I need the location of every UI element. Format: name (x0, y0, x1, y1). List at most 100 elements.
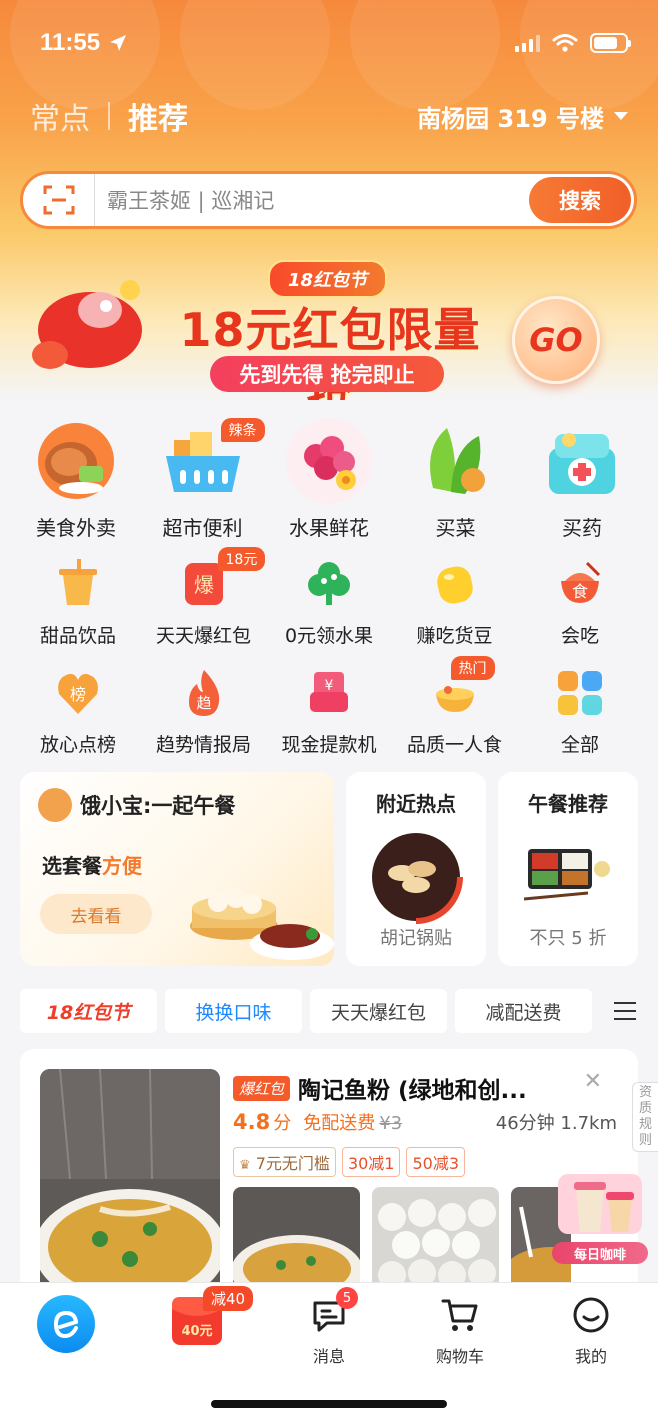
tab-home[interactable] (21, 1295, 111, 1353)
category-label: 买药 (562, 516, 602, 540)
caret-down-icon (614, 112, 628, 120)
qualification-rules-link[interactable]: 资质规则 (632, 1082, 658, 1152)
category-all[interactable]: 全部 (518, 668, 642, 757)
filter-red-packet-festival[interactable]: 18红包节 (20, 989, 157, 1033)
category-label: 赚吃货豆 (416, 625, 493, 647)
profile-face-icon (573, 1297, 609, 1333)
drink-icon (53, 559, 103, 609)
category-single-meal[interactable]: 热门 品质一人食 (393, 656, 517, 757)
tab-mine[interactable]: 我的 (546, 1295, 636, 1367)
mascot-illustration (32, 280, 142, 369)
top-nav: 常点 推荐 南杨园 319 号楼 (30, 94, 628, 138)
category-supermarket[interactable]: 辣条 超市便利 (143, 418, 265, 541)
svg-text:趋: 趋 (196, 694, 211, 712)
promo-cards: 饿小宝:一起午餐 选套餐方便 去看看 附近热点 胡记锅贴 午餐推荐 不只 5 折 (20, 772, 638, 966)
food-delivery-icon (33, 418, 119, 504)
search-button[interactable]: 搜索 (529, 177, 631, 223)
category-medicine[interactable]: 买药 (522, 418, 642, 541)
store-tags: ♛ 7元无门槛 30减1 50减3 (233, 1147, 466, 1177)
category-earn-beans[interactable]: 赚吃货豆 (393, 559, 517, 648)
bento-image (523, 849, 610, 901)
cash-machine-icon: ¥ (304, 668, 354, 718)
potstickers-image (372, 833, 463, 924)
fruit-flower-icon (286, 418, 372, 504)
svg-text:榜: 榜 (70, 685, 86, 704)
category-ranking[interactable]: 榜 放心点榜 (16, 668, 140, 757)
mascot-dog-icon (38, 788, 72, 822)
category-badge: 18元 (217, 547, 266, 571)
rating-unit: 分 (273, 1113, 292, 1134)
address-selector[interactable]: 南杨园 319 号楼 (417, 99, 628, 134)
tab-cart[interactable]: 购物车 (415, 1295, 505, 1367)
battery-icon (590, 33, 631, 53)
category-eat[interactable]: 食 会吃 (518, 559, 642, 648)
filter-reduced-delivery[interactable]: 减配送费 (455, 989, 592, 1033)
banner-subtitle: 先到先得 抢完即止 (210, 356, 444, 392)
svg-text:食: 食 (572, 582, 588, 601)
category-red-packet[interactable]: 爆 18元 天天爆红包 (142, 547, 266, 648)
store-name: 陶记鱼粉 (绿地和创... (298, 1078, 527, 1104)
tab-recommend[interactable]: 推荐 (128, 94, 188, 138)
cart-icon (441, 1299, 478, 1331)
status-bar: 11:55 (40, 26, 631, 60)
category-food-delivery[interactable]: 美食外卖 (16, 418, 136, 541)
signal-icon (515, 34, 540, 52)
svg-text:¥: ¥ (325, 678, 334, 694)
scan-icon[interactable] (23, 174, 95, 226)
search-bar[interactable]: 霸王茶姬 | 巡湘记 搜索 (20, 171, 637, 229)
tab-divider (108, 102, 110, 130)
close-icon[interactable]: ✕ (584, 1069, 602, 1094)
tab-label: 我的 (574, 1347, 607, 1366)
dumplings-illustration (190, 888, 334, 960)
go-look-button[interactable]: 去看看 (40, 894, 152, 934)
category-trend[interactable]: 趋 趋势情报局 (142, 668, 266, 757)
grid-icon (555, 668, 605, 718)
go-button[interactable]: GO (512, 296, 600, 384)
search-input[interactable]: 霸王茶姬 | 巡湘记 (95, 185, 529, 215)
category-fruit-flower[interactable]: 水果鲜花 (269, 418, 389, 541)
header: 11:55 常点 推荐 南杨园 319 号楼 霸王茶姬 | 巡湘记 搜索 18红… (0, 0, 658, 400)
category-cash-machine[interactable]: ¥ 现金提款机 (267, 668, 391, 757)
category-label: 全部 (560, 734, 599, 756)
category-badge: 热门 (450, 656, 495, 680)
coffee-cup-icon (558, 1174, 642, 1234)
coffee-label: 每日咖啡 (552, 1242, 648, 1264)
delivery-distance: 46分钟 1.7km (495, 1113, 617, 1134)
tab-frequent[interactable]: 常点 (30, 94, 90, 138)
promo-banner[interactable]: 18红包节 18元红包限量抢 先到先得 抢完即止 GO (0, 250, 658, 400)
filter-daily-red-packet[interactable]: 天天爆红包 (310, 989, 447, 1033)
category-label: 现金提款机 (281, 734, 377, 756)
category-badge: 辣条 (220, 418, 265, 442)
category-label: 放心点榜 (39, 734, 116, 756)
tab-label: 消息 (312, 1347, 345, 1366)
free-delivery: 免配送费 (303, 1113, 376, 1134)
store-main-image (40, 1069, 220, 1299)
category-drinks[interactable]: 甜品饮品 (16, 559, 140, 648)
daily-coffee-float[interactable]: 每日咖啡 (552, 1168, 648, 1264)
category-label: 甜品饮品 (39, 625, 116, 647)
card-subtitle: 不只 5 折 (529, 928, 607, 949)
subtitle-prefix: 选套餐 (42, 854, 102, 878)
location-arrow-icon (110, 35, 127, 51)
filter-change-taste[interactable]: 换换口味 (165, 989, 302, 1033)
discount-tag: 50减3 (406, 1147, 466, 1177)
tab-messages[interactable]: 5 消息 (284, 1287, 374, 1367)
category-label: 品质一人食 (406, 734, 502, 756)
category-label: 超市便利 (162, 516, 243, 540)
message-count-badge: 5 (336, 1287, 358, 1309)
category-vegetable[interactable]: 买菜 (396, 418, 516, 541)
status-time: 11:55 (40, 29, 101, 56)
lunch-recommend-card[interactable]: 午餐推荐 不只 5 折 (498, 772, 638, 966)
bean-icon (430, 559, 480, 609)
category-label: 0元领水果 (284, 625, 374, 647)
category-grid: 美食外卖 辣条 超市便利 水果鲜花 买菜 买药 甜品饮品 爆 18元 天天爆红包… (12, 418, 646, 777)
category-label: 会吃 (560, 625, 599, 647)
category-label: 水果鲜花 (289, 516, 369, 540)
lunch-together-card[interactable]: 饿小宝:一起午餐 选套餐方便 去看看 (20, 772, 334, 966)
category-free-fruit[interactable]: 0元领水果 (267, 559, 391, 648)
subtitle-highlight: 方便 (102, 854, 142, 878)
menu-icon[interactable] (614, 1002, 636, 1020)
original-fee: ¥3 (379, 1113, 403, 1134)
wifi-icon (552, 34, 578, 52)
nearby-hot-card[interactable]: 附近热点 胡记锅贴 (346, 772, 486, 966)
